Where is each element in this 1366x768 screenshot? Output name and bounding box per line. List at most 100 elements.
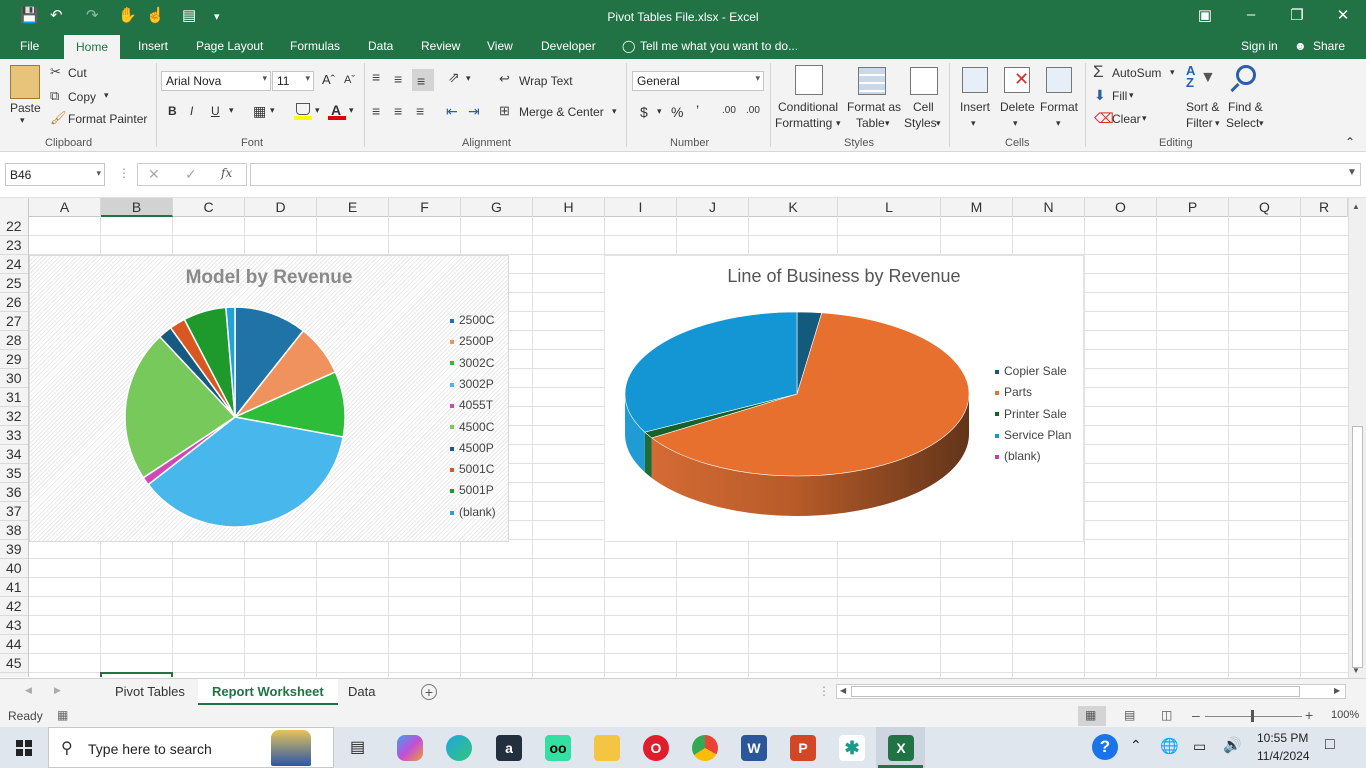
paste-button[interactable]: Paste [10, 101, 41, 115]
add-sheet-button[interactable]: + [421, 684, 437, 700]
search-highlight-image[interactable] [271, 730, 311, 766]
tab-home[interactable]: Home [64, 35, 121, 59]
line-of-business-chart[interactable]: Line of Business by Revenue Copier Sale P… [604, 255, 1084, 542]
paste-dropdown-icon[interactable]: ▾ [20, 115, 25, 126]
currency-dropdown-icon[interactable]: ▾ [657, 106, 662, 117]
find-dropdown-icon[interactable]: ▾ [1259, 118, 1264, 129]
format-as-table-icon[interactable] [858, 67, 886, 95]
align-right-icon[interactable]: ≡ [416, 103, 424, 119]
sort-dropdown-icon[interactable]: ▾ [1215, 118, 1220, 129]
amazon-icon[interactable]: a [496, 735, 522, 761]
decrease-font-icon[interactable]: Aˇ [344, 74, 355, 86]
insert-button[interactable]: Insert [960, 100, 990, 114]
row-header[interactable]: 32 [0, 407, 28, 426]
tab-data[interactable]: Data [368, 39, 393, 53]
table-dropdown-icon[interactable]: ▾ [885, 118, 890, 129]
tab-split-handle[interactable]: ⋮ [818, 684, 830, 698]
select-all-corner[interactable] [0, 198, 29, 217]
border-icon[interactable]: ▦ [253, 103, 266, 120]
windows-start-icon[interactable] [16, 740, 32, 756]
zoom-in-icon[interactable]: + [1305, 707, 1313, 723]
align-left-icon[interactable]: ≡ [372, 103, 380, 119]
zoom-slider-thumb[interactable] [1251, 710, 1254, 722]
formula-input[interactable] [250, 163, 1361, 186]
word-icon[interactable]: W [741, 735, 767, 761]
row-header[interactable]: 44 [0, 635, 28, 654]
clock-date[interactable]: 11/4/2024 [1257, 749, 1310, 763]
file-explorer-icon[interactable] [594, 735, 620, 761]
opera-icon[interactable]: O [643, 735, 669, 761]
selected-cell[interactable] [100, 672, 173, 677]
minimize-icon[interactable]: – [1241, 6, 1261, 23]
italic-button[interactable]: I [190, 104, 193, 118]
tab-formulas[interactable]: Formulas [290, 39, 340, 53]
sign-in-link[interactable]: Sign in [1241, 39, 1278, 53]
prev-sheet-icon[interactable]: ◀ [25, 685, 32, 696]
horizontal-scroll-thumb[interactable] [851, 686, 1300, 697]
row-header[interactable]: 38 [0, 521, 28, 540]
cell-styles-button[interactable]: Cell [913, 100, 934, 114]
row-header[interactable]: 31 [0, 388, 28, 407]
column-header-r[interactable]: R [1301, 198, 1348, 217]
format-cells-icon[interactable] [1046, 67, 1072, 93]
autosum-button[interactable]: AutoSum [1112, 66, 1161, 80]
format-as-table-button[interactable]: Format as [847, 100, 901, 114]
fill-dropdown-icon[interactable]: ▾ [1129, 90, 1134, 101]
row-header[interactable]: 40 [0, 559, 28, 578]
clock-time[interactable]: 10:55 PM [1257, 731, 1308, 745]
column-header-c[interactable]: C [173, 198, 245, 217]
expand-formula-icon[interactable]: ▼ [1347, 167, 1357, 178]
border-dropdown-icon[interactable]: ▾ [270, 105, 275, 116]
sort-filter-button[interactable]: Sort & [1186, 100, 1219, 114]
format-painter-button[interactable]: Format Painter [68, 112, 147, 126]
row-header[interactable]: 27 [0, 312, 28, 331]
row-header[interactable]: 33 [0, 426, 28, 445]
decrease-decimal-icon[interactable]: .00 [746, 105, 760, 116]
format-button[interactable]: Format [1040, 100, 1078, 114]
row-header[interactable]: 45 [0, 654, 28, 673]
scroll-up-icon[interactable]: ▲ [1352, 202, 1360, 211]
align-center-icon[interactable]: ≡ [394, 103, 402, 119]
wrap-text-button[interactable]: Wrap Text [519, 74, 573, 88]
scroll-left-icon[interactable]: ◀ [840, 686, 846, 695]
help-icon[interactable]: ? [1092, 734, 1118, 760]
column-header-e[interactable]: E [317, 198, 389, 217]
column-header-i[interactable]: I [605, 198, 677, 217]
find-select-button[interactable]: Find & [1228, 100, 1263, 114]
column-header-o[interactable]: O [1085, 198, 1157, 217]
column-header-m[interactable]: M [941, 198, 1013, 217]
increase-indent-icon[interactable]: ⇥ [468, 103, 480, 120]
column-header-n[interactable]: N [1013, 198, 1085, 217]
row-header[interactable]: 43 [0, 616, 28, 635]
tab-developer[interactable]: Developer [541, 39, 596, 53]
percent-icon[interactable]: % [671, 104, 683, 120]
zoom-out-icon[interactable]: – [1192, 707, 1200, 723]
fill-color-dropdown-icon[interactable]: ▾ [315, 105, 320, 116]
orientation-icon[interactable]: ⇗ [448, 69, 460, 86]
column-header-j[interactable]: J [677, 198, 749, 217]
column-header-p[interactable]: P [1157, 198, 1229, 217]
cell-styles-icon[interactable] [910, 67, 938, 95]
row-header[interactable]: 29 [0, 350, 28, 369]
tray-chevron-icon[interactable]: ⌃ [1130, 737, 1142, 754]
conditional-formatting-button[interactable]: Conditional [778, 100, 838, 114]
number-format-select[interactable]: General ▾ [632, 71, 764, 91]
tab-file[interactable]: File [20, 39, 39, 53]
paste-icon[interactable] [10, 65, 40, 99]
delete-dropdown-icon[interactable]: ▾ [1013, 118, 1018, 129]
conditional-formatting-icon[interactable] [795, 65, 823, 95]
app-star-icon[interactable]: ✱ [839, 735, 865, 761]
task-view-icon[interactable]: ▤ [350, 737, 365, 757]
row-header[interactable]: 34 [0, 445, 28, 464]
align-middle-icon[interactable]: ≡ [394, 71, 402, 87]
column-header-h[interactable]: H [533, 198, 605, 217]
model-revenue-chart[interactable]: Model by Revenue 2500C 2500P 3002C 3002P 405… [29, 255, 509, 542]
powerpoint-icon[interactable]: P [790, 735, 816, 761]
chrome-icon[interactable] [692, 735, 718, 761]
row-header[interactable]: 42 [0, 597, 28, 616]
tab-page-layout[interactable]: Page Layout [196, 39, 263, 53]
copy-button[interactable]: Copy [68, 90, 96, 104]
column-header-b[interactable]: B [101, 198, 173, 217]
tab-review[interactable]: Review [421, 39, 460, 53]
zoom-level[interactable]: 100% [1331, 709, 1359, 721]
